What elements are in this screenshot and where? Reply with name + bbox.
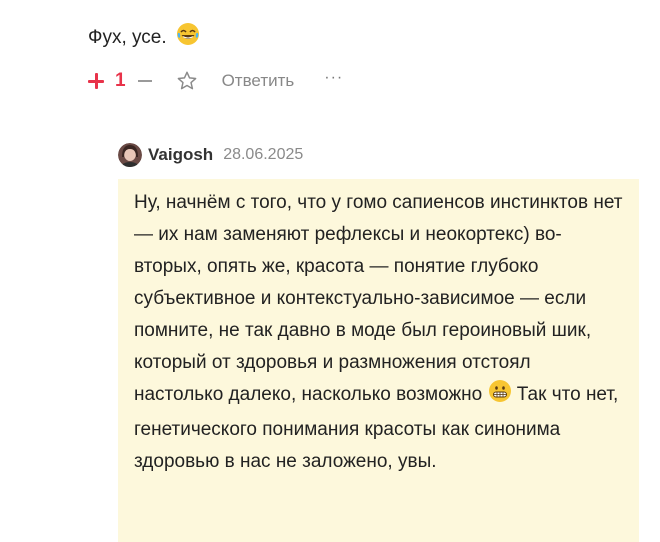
laughing-tears-emoji-icon bbox=[176, 22, 200, 54]
avatar[interactable] bbox=[118, 143, 142, 167]
reply-text-part-1: Ну, начнём с того, что у гомо сапиенсов … bbox=[134, 192, 623, 405]
minus-icon[interactable] bbox=[137, 80, 152, 82]
reply-header: Vaigosh 28.06.2025 bbox=[118, 142, 303, 168]
score-count: 1 bbox=[115, 70, 126, 91]
comment-date: 28.06.2025 bbox=[223, 146, 304, 163]
plus-icon[interactable] bbox=[88, 73, 104, 89]
comment-actions: 1 Ответить ··· bbox=[88, 66, 343, 96]
author-name[interactable]: Vaigosh bbox=[148, 145, 213, 165]
more-options-icon[interactable]: ··· bbox=[324, 69, 343, 87]
comment-text: Фух, усе. bbox=[88, 22, 200, 54]
comment-text-content: Фух, усе. bbox=[88, 27, 167, 49]
star-icon[interactable] bbox=[176, 70, 198, 92]
reply-body: Ну, начнём с того, что у гомо сапиенсов … bbox=[118, 179, 639, 542]
reply-button[interactable]: Ответить bbox=[222, 71, 295, 91]
reply-text: Ну, начнём с того, что у гомо сапиенсов … bbox=[134, 187, 623, 478]
grinning-emoji-icon bbox=[488, 379, 512, 414]
